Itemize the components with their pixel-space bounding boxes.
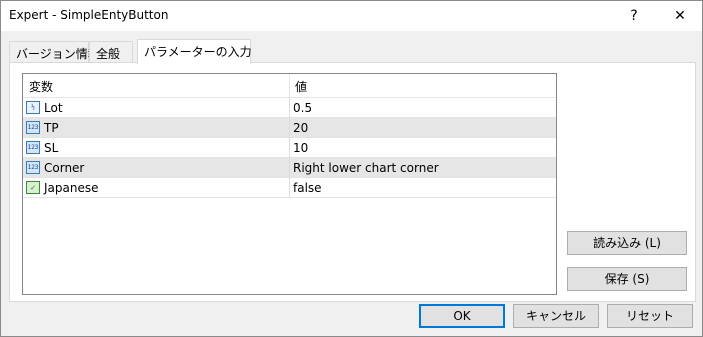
boolean-type-icon: ✓ xyxy=(26,181,40,194)
parameter-value[interactable]: 0.5 xyxy=(293,101,312,115)
parameter-row-japanese[interactable]: ✓ Japanese false xyxy=(23,178,556,198)
parameters-grid: 変数 値 ½ Lot 0.5 123 TP 20 123 SL 10 123 C… xyxy=(22,73,557,295)
help-icon[interactable]: ? xyxy=(619,1,649,31)
parameter-row-sl[interactable]: 123 SL 10 xyxy=(23,138,556,158)
expert-properties-dialog: Expert - SimpleEntyButton ? ✕ バージョン情報 全般… xyxy=(0,0,703,337)
load-button[interactable]: 読み込み (L) xyxy=(567,231,687,255)
cell-divider xyxy=(289,158,290,178)
parameter-name: Corner xyxy=(44,161,85,175)
parameter-row-lot[interactable]: ½ Lot 0.5 xyxy=(23,98,556,118)
parameter-name: Japanese xyxy=(44,181,99,195)
tab-parameters[interactable]: パラメーターの入力 xyxy=(137,39,252,64)
cell-divider xyxy=(289,118,290,138)
title-bar[interactable]: Expert - SimpleEntyButton ? ✕ xyxy=(1,1,702,31)
cell-divider xyxy=(289,138,290,158)
parameter-name: SL xyxy=(44,141,59,155)
parameters-panel: 変数 値 ½ Lot 0.5 123 TP 20 123 SL 10 123 C… xyxy=(9,62,696,302)
cell-divider xyxy=(289,98,290,118)
cancel-button[interactable]: キャンセル xyxy=(513,304,599,328)
grid-header: 変数 値 xyxy=(23,74,556,98)
column-divider[interactable] xyxy=(289,74,290,98)
integer-type-icon: 123 xyxy=(26,121,40,134)
parameter-value[interactable]: Right lower chart corner xyxy=(293,161,439,175)
parameter-name: TP xyxy=(44,121,59,135)
parameter-name: Lot xyxy=(44,101,63,115)
parameter-value[interactable]: 10 xyxy=(293,141,308,155)
tab-general[interactable]: 全般 xyxy=(89,41,133,63)
cell-divider xyxy=(289,178,290,198)
column-header-variable[interactable]: 変数 xyxy=(29,78,53,95)
tab-version-info[interactable]: バージョン情報 xyxy=(9,41,100,63)
integer-type-icon: 123 xyxy=(26,161,40,174)
close-icon[interactable]: ✕ xyxy=(659,1,701,31)
ok-button[interactable]: OK xyxy=(419,304,505,328)
save-button[interactable]: 保存 (S) xyxy=(567,267,687,291)
parameter-row-corner[interactable]: 123 Corner Right lower chart corner xyxy=(23,158,556,178)
integer-type-icon: 123 xyxy=(26,141,40,154)
fraction-type-icon: ½ xyxy=(26,101,40,114)
parameter-row-tp[interactable]: 123 TP 20 xyxy=(23,118,556,138)
parameter-value[interactable]: 20 xyxy=(293,121,308,135)
reset-button[interactable]: リセット xyxy=(607,304,693,328)
column-header-value[interactable]: 値 xyxy=(295,78,307,95)
parameter-value[interactable]: false xyxy=(293,181,322,195)
window-title: Expert - SimpleEntyButton xyxy=(9,8,169,22)
